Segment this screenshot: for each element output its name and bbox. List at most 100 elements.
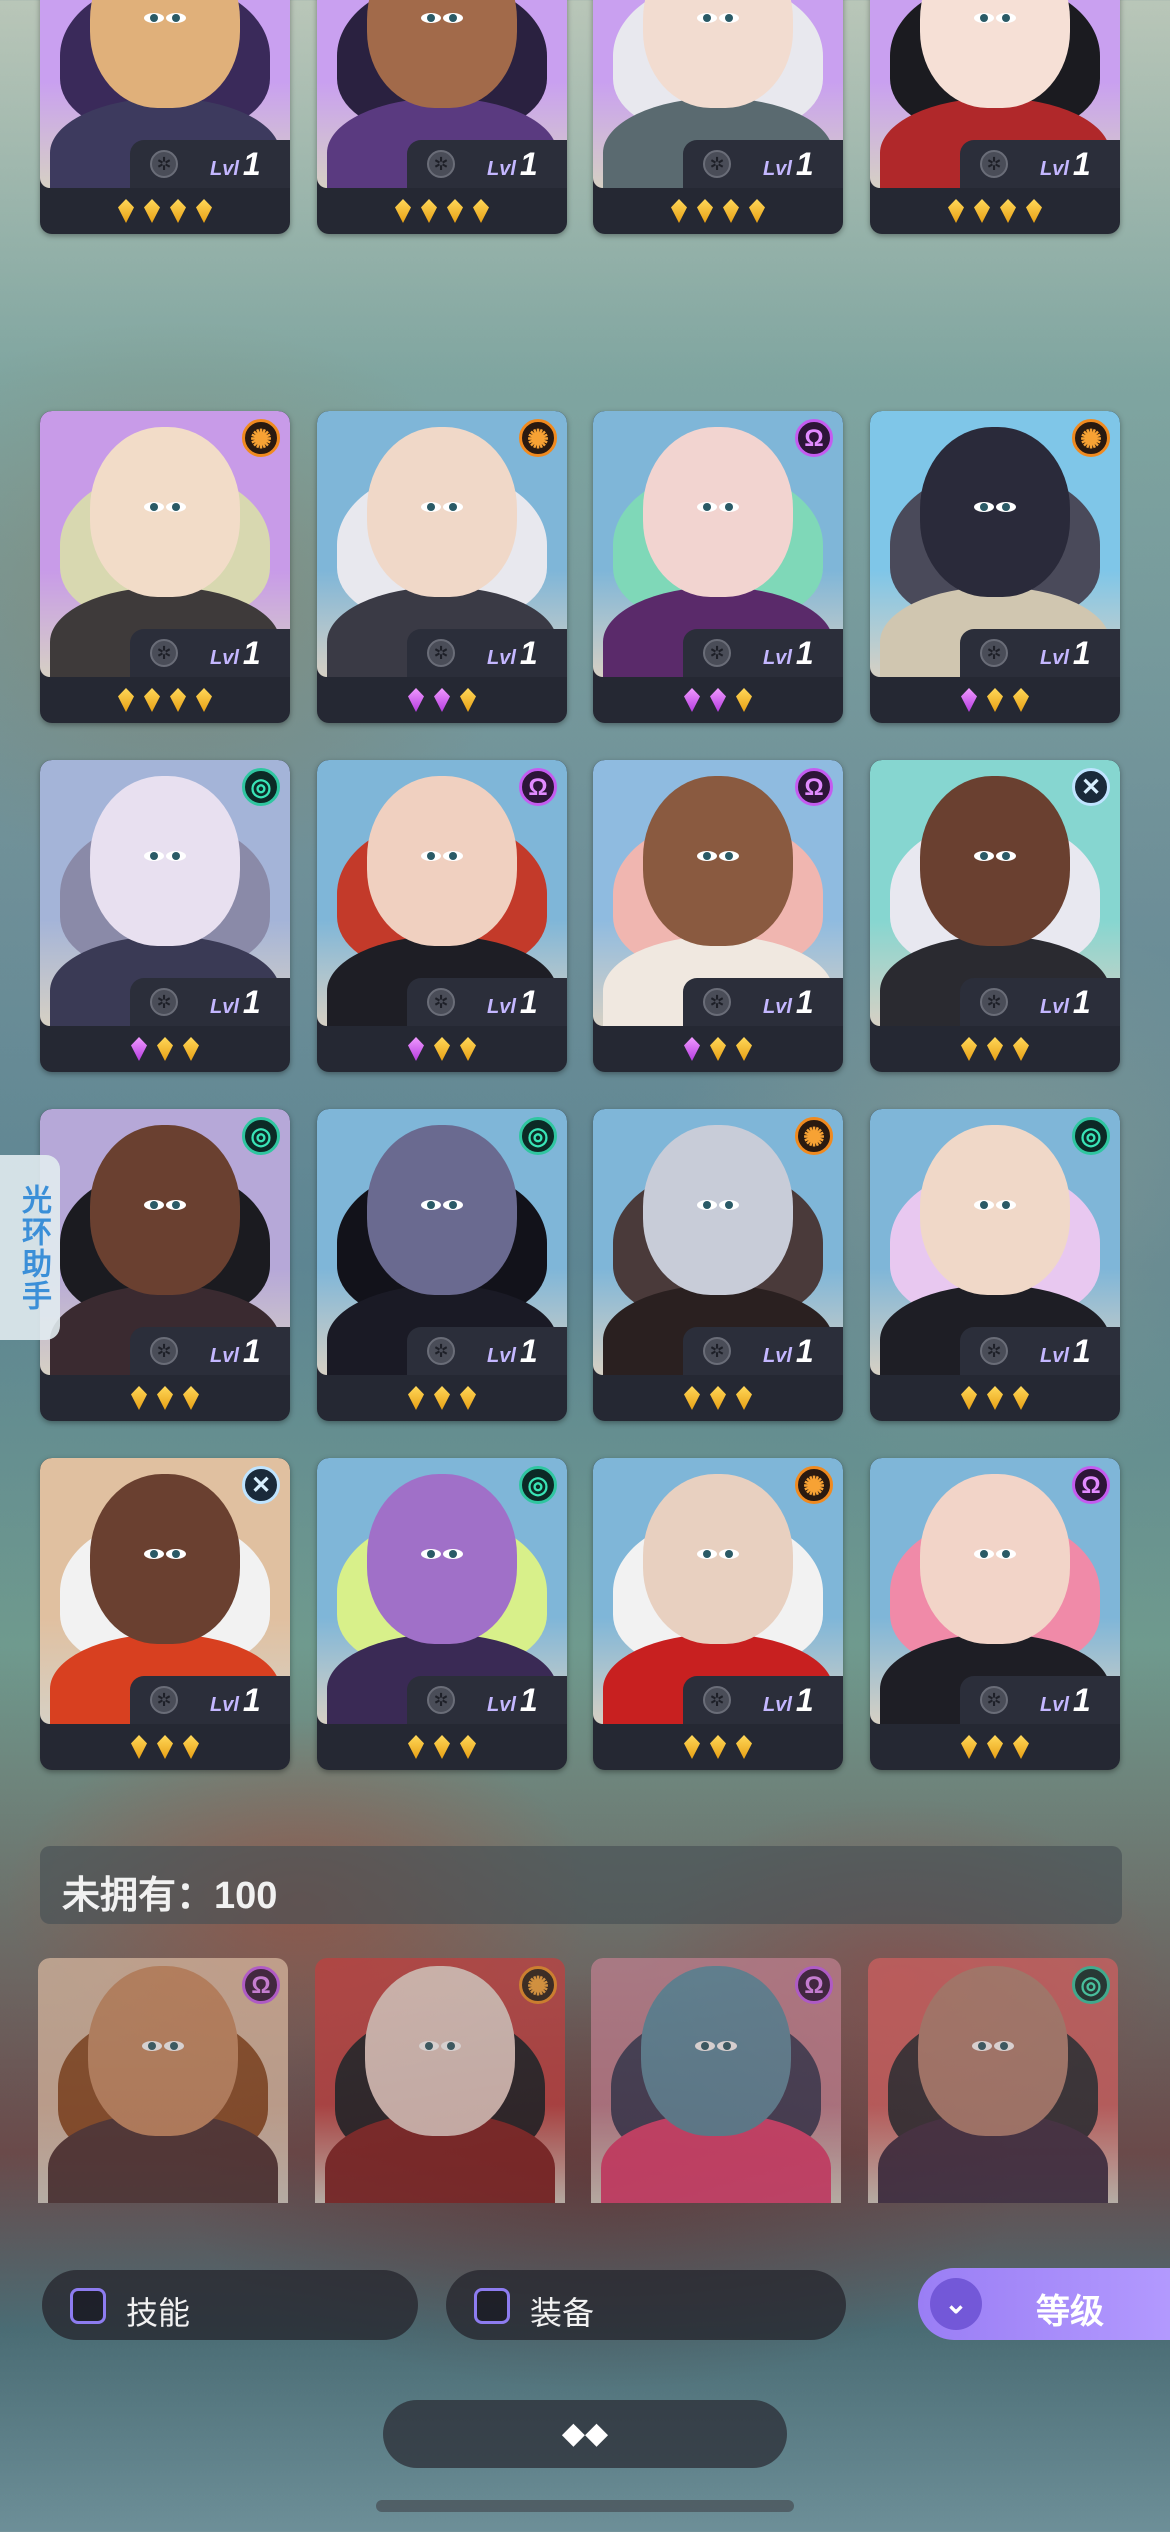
equipment-gear-icon: ✲ [427,639,455,667]
gold-gem-icon [736,1386,752,1410]
gold-gem-icon [961,1037,977,1061]
hero-card[interactable]: Ω ✲ Lvl 1 [593,760,843,1072]
gold-gem-icon [1013,1037,1029,1061]
level-prefix: Lvl [763,1694,792,1716]
gold-gem-icon [144,688,160,712]
level-number: 1 [1072,984,1091,1020]
hero-eye [996,501,1016,512]
level-prefix: Lvl [763,996,792,1018]
equipment-gear-icon: ✲ [703,1686,731,1714]
gold-gem-icon [736,688,752,712]
level-number: 1 [1072,146,1091,182]
hero-face [920,1125,1070,1296]
unowned-hero-card[interactable]: Ω [591,1958,843,2203]
gold-gem-icon [710,1386,726,1410]
gold-gem-icon [183,1735,199,1759]
swirl-element-icon: ◎ [519,1117,557,1155]
equipment-gear-icon: ✲ [703,150,731,178]
hero-level: Lvl 1 [763,1682,814,1719]
level-number: 1 [519,635,538,671]
hero-eye [974,1548,994,1559]
hero-card[interactable]: ✺ ✲ Lvl 1 [40,411,290,723]
skill-checkbox[interactable] [70,2288,106,2324]
gold-gem-icon [131,1735,147,1759]
hero-eye [719,1548,739,1559]
hero-card[interactable]: ✺ ✲ Lvl 1 [593,1109,843,1421]
gold-gem-icon [157,1037,173,1061]
hero-eye [717,2040,737,2051]
level-prefix: Lvl [763,158,792,180]
hero-card[interactable]: ◎ ✲ Lvl 1 [870,1109,1120,1421]
star-gems [593,188,843,234]
hero-card[interactable]: ◎ ✲ Lvl 1 [40,1109,290,1421]
gold-gem-icon [434,1735,450,1759]
hero-card[interactable]: Ω ✲ Lvl 1 [870,1458,1120,1770]
hero-eye [695,2040,715,2051]
gold-gem-icon [157,1735,173,1759]
hero-eye [996,850,1016,861]
gold-gem-icon [460,1735,476,1759]
expand-menu-button[interactable]: ◆◆ [383,2400,787,2468]
gold-gem-icon [473,199,489,223]
equipment-gear-icon: ✲ [150,988,178,1016]
hero-card[interactable]: ✺ ✲ Lvl 1 [593,1458,843,1770]
equipment-gear-icon: ✲ [150,150,178,178]
hero-card[interactable]: ◎ ✲ Lvl 1 [40,760,290,1072]
hero-eye [421,1548,441,1559]
hero-level: Lvl 1 [487,1333,538,1370]
level-number: 1 [519,1682,538,1718]
hero-card[interactable]: ✲ Lvl 1 [870,0,1120,234]
star-gems [40,188,290,234]
gold-gem-icon [460,1386,476,1410]
hero-eye [443,850,463,861]
sort-by-level-button[interactable]: ⌄ 等级 [918,2268,1170,2340]
level-number: 1 [1072,1682,1091,1718]
omega-element-icon: Ω [1072,1466,1110,1504]
hero-face [920,776,1070,947]
gold-gem-icon [408,1386,424,1410]
equip-checkbox[interactable] [474,2288,510,2324]
unowned-hero-card[interactable]: ◎ [868,1958,1120,2203]
hero-card[interactable]: ✲ Lvl 1 [317,0,567,234]
hero-card[interactable]: Ω ✲ Lvl 1 [593,411,843,723]
gold-gem-icon [749,199,765,223]
hero-card[interactable]: ✕ ✲ Lvl 1 [40,1458,290,1770]
hero-face [641,1966,791,2137]
level-number: 1 [1072,1333,1091,1369]
hero-level: Lvl 1 [1040,984,1091,1021]
gold-gem-icon [434,1037,450,1061]
level-number: 1 [1072,635,1091,671]
sun-element-icon: ✺ [795,1466,833,1504]
hero-eye [144,501,164,512]
skill-filter-toggle[interactable]: 技能 [42,2270,418,2340]
hero-card[interactable]: ✲ Lvl 1 [593,0,843,234]
gold-gem-icon [736,1735,752,1759]
equipment-gear-icon: ✲ [980,1337,1008,1365]
side-assistant-tab[interactable]: 光环助手 [0,1155,60,1340]
unowned-hero-card[interactable]: ✺ [315,1958,567,2203]
hero-card[interactable]: ✺ ✲ Lvl 1 [870,411,1120,723]
level-prefix: Lvl [1040,158,1069,180]
star-gems [593,1724,843,1770]
hero-card[interactable]: ◎ ✲ Lvl 1 [317,1458,567,1770]
hero-face [90,1125,240,1296]
hero-eye [697,501,717,512]
hero-card[interactable]: ✲ Lvl 1 [40,0,290,234]
hero-eye [443,1199,463,1210]
equip-filter-toggle[interactable]: 装备 [446,2270,846,2340]
star-gems [593,1375,843,1421]
star-gems [317,1026,567,1072]
hero-card[interactable]: Ω ✲ Lvl 1 [317,760,567,1072]
hero-eye [974,1199,994,1210]
gold-gem-icon [961,1386,977,1410]
gold-gem-icon [118,199,134,223]
level-number: 1 [519,984,538,1020]
hero-face [643,427,793,598]
level-prefix: Lvl [210,647,239,669]
hero-level: Lvl 1 [487,984,538,1021]
unowned-hero-card[interactable]: Ω [38,1958,290,2203]
hero-card[interactable]: ◎ ✲ Lvl 1 [317,1109,567,1421]
hero-card[interactable]: ✺ ✲ Lvl 1 [317,411,567,723]
omega-element-icon: Ω [242,1966,280,2004]
hero-card[interactable]: ✕ ✲ Lvl 1 [870,760,1120,1072]
